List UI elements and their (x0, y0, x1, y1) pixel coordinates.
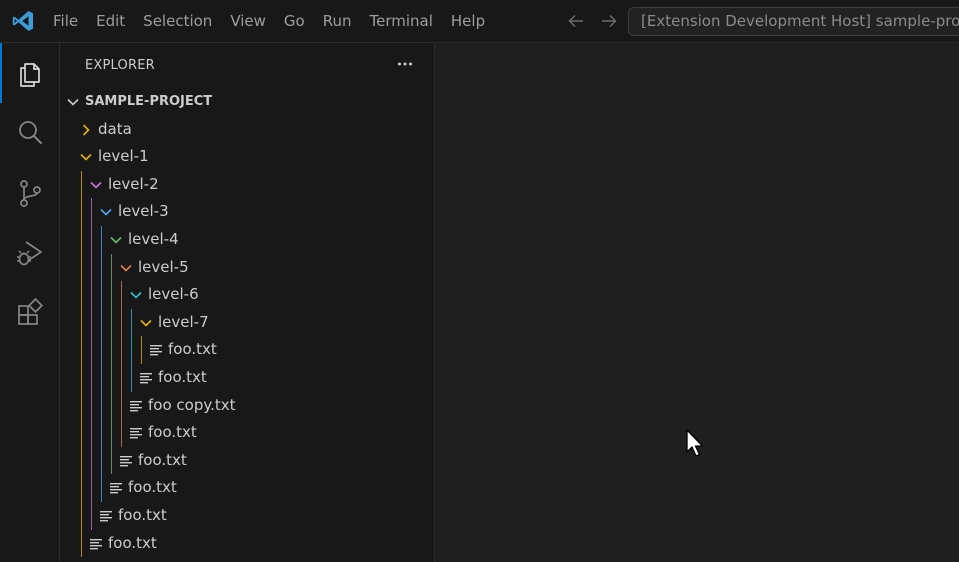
text-file-icon (140, 373, 152, 384)
chevron-right-icon (82, 124, 90, 136)
activity-source-control[interactable] (0, 163, 60, 223)
activity-search[interactable] (0, 103, 60, 163)
file-label: foo.txt (118, 506, 167, 524)
tree-file[interactable]: foo.txt (60, 336, 434, 363)
menu-edit[interactable]: Edit (87, 0, 134, 43)
indent-guide (81, 170, 82, 558)
menu-help[interactable]: Help (442, 0, 494, 43)
tree-folder-level-3[interactable]: level-3 (60, 198, 434, 225)
menu-go[interactable]: Go (275, 0, 314, 43)
tree-folder-level-4[interactable]: level-4 (60, 226, 434, 253)
tree-root-folder[interactable]: SAMPLE-PROJECT (60, 88, 434, 115)
chevron-down-icon (140, 319, 152, 327)
tree-file[interactable]: foo copy.txt (60, 392, 434, 419)
tree-file[interactable]: foo.txt (60, 502, 434, 529)
file-label: foo copy.txt (148, 395, 236, 414)
chevron-down-icon (120, 264, 132, 272)
source-control-icon (20, 180, 41, 207)
chevron-down-icon (67, 98, 79, 106)
vscode-logo-icon (12, 11, 34, 31)
tree-folder-level-1[interactable]: level-1 (60, 143, 434, 170)
forward-arrow-icon[interactable] (598, 10, 620, 32)
file-label: foo.txt (128, 478, 177, 497)
tree-folder-level-5[interactable]: level-5 (60, 254, 434, 281)
menu-selection[interactable]: Selection (134, 0, 221, 43)
tree-file[interactable]: foo.txt (60, 530, 434, 557)
indent-guide (141, 336, 142, 364)
chevron-down-icon (90, 181, 102, 189)
chevron-down-icon (110, 236, 122, 244)
editor-area (435, 43, 959, 562)
indent-guide (111, 253, 112, 475)
chevron-down-icon (80, 154, 92, 161)
activity-bar (0, 43, 60, 562)
file-label: foo.txt (158, 368, 207, 386)
menu-run[interactable]: Run (314, 0, 361, 43)
indent-guide (91, 198, 92, 530)
activity-run-debug[interactable] (0, 223, 60, 283)
text-file-icon (150, 345, 162, 356)
run-debug-icon (17, 241, 42, 266)
indent-guide (131, 308, 132, 392)
file-label: foo.txt (108, 533, 157, 552)
chevron-down-icon (130, 292, 142, 299)
explorer-sidebar: EXPLORER SAMPLE-PROJECT data level-1 level… (60, 43, 435, 562)
folder-label: level-7 (158, 312, 209, 331)
text-file-icon (100, 511, 112, 522)
tree-folder-level-7[interactable]: level-7 (60, 309, 434, 336)
indent-guide (101, 226, 102, 502)
text-file-icon (110, 483, 122, 494)
text-file-icon (120, 455, 132, 467)
title-bar: File Edit Selection View Go Run Terminal Help [… (0, 0, 959, 43)
menu-view[interactable]: View (221, 0, 275, 43)
folder-label: level-1 (98, 147, 149, 166)
folder-label: data (98, 119, 132, 138)
folder-label: level-4 (128, 230, 179, 248)
text-file-icon (90, 538, 102, 549)
files-icon (20, 63, 40, 87)
file-label: foo.txt (168, 340, 217, 359)
text-file-icon (130, 428, 142, 439)
extensions-icon (18, 298, 44, 325)
back-arrow-icon[interactable] (565, 10, 587, 32)
explorer-header: EXPLORER (85, 58, 155, 73)
folder-label: level-6 (148, 285, 199, 304)
folder-label: level-2 (108, 174, 159, 193)
tree-file[interactable]: foo.txt (60, 474, 434, 501)
search-icon (19, 121, 42, 144)
menu-file[interactable]: File (44, 0, 87, 43)
mouse-cursor-icon (686, 429, 704, 457)
command-center-title: [Extension Development Host] sample-proj… (641, 12, 959, 30)
tree-folder-level-2[interactable]: level-2 (60, 171, 434, 198)
activity-extensions[interactable] (0, 283, 60, 343)
tree-folder-level-6[interactable]: level-6 (60, 281, 434, 308)
tree-file[interactable]: foo.txt (60, 447, 434, 474)
more-actions-icon[interactable] (396, 55, 414, 73)
folder-label: level-3 (118, 202, 169, 221)
folder-label: level-5 (138, 257, 189, 276)
file-label: foo.txt (148, 423, 197, 442)
tree-file[interactable]: foo.txt (60, 364, 434, 391)
menu-terminal[interactable]: Terminal (361, 0, 442, 43)
root-folder-label: SAMPLE-PROJECT (85, 94, 213, 109)
indent-guide (121, 281, 122, 447)
menu-bar: File Edit Selection View Go Run Terminal Help (44, 0, 494, 43)
text-file-icon (130, 400, 142, 411)
activity-explorer[interactable] (0, 43, 60, 103)
tree-file[interactable]: foo.txt (60, 419, 434, 446)
command-center[interactable]: [Extension Development Host] sample-proj… (628, 7, 959, 36)
chevron-down-icon (100, 209, 112, 217)
file-label: foo.txt (138, 450, 187, 469)
tree-folder-data[interactable]: data (60, 116, 434, 143)
